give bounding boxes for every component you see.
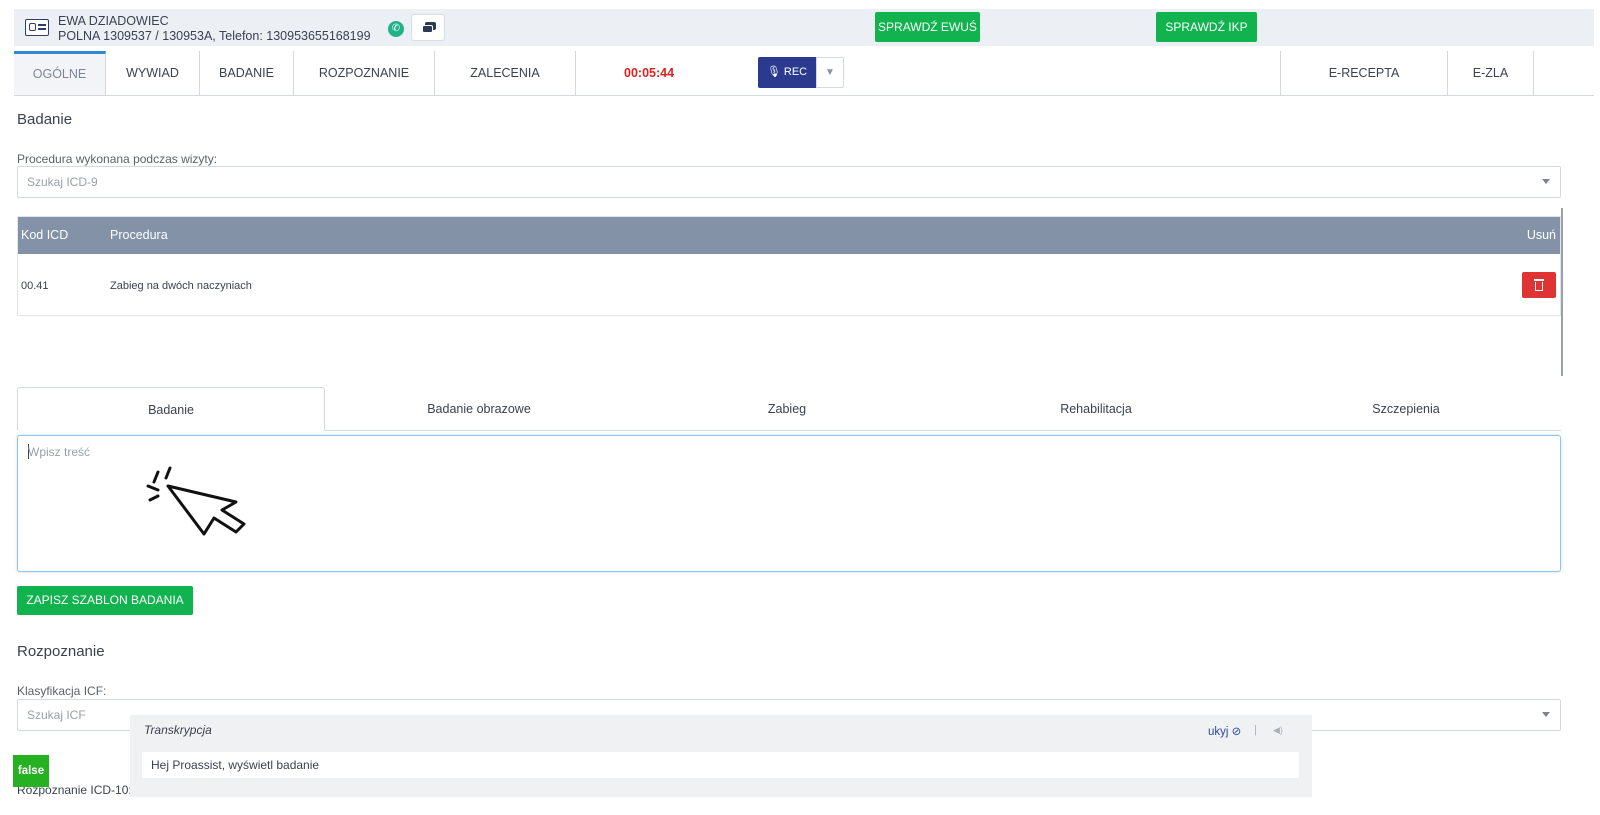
tab-rozpoznanie[interactable]: ROZPOZNANIE: [294, 51, 435, 95]
subtab-zabieg[interactable]: Zabieg: [633, 387, 941, 431]
hide-transcription-button[interactable]: ukyj ⊘: [1208, 724, 1241, 738]
save-template-button[interactable]: ZAPISZ SZABLON BADANIA: [17, 586, 193, 615]
rec-label: REC: [783, 66, 808, 78]
row-code: 00.41: [21, 280, 49, 292]
hide-label: ukyj: [1208, 726, 1229, 738]
tab-wywiad[interactable]: WYWIAD: [106, 51, 200, 95]
tab-zalecenia[interactable]: ZALECENIA: [435, 51, 576, 95]
subtab-badanie[interactable]: Badanie: [17, 387, 325, 431]
transcription-title: Transkrypcja: [144, 723, 212, 737]
tab-badanie[interactable]: BADANIE: [200, 51, 294, 95]
column-header-remove: Usuń: [1526, 228, 1556, 242]
scrollbar[interactable]: [1561, 208, 1563, 376]
icf-search-placeholder: Szukaj ICF: [27, 708, 86, 722]
debug-badge: false: [13, 755, 49, 787]
eye-slash-icon: ⊘: [1231, 726, 1242, 738]
row-procedure: Zabieg na dwóch naczyniach: [110, 280, 252, 292]
chat-button[interactable]: [411, 14, 445, 41]
section-title-rozpoznanie: Rozpoznanie: [17, 643, 105, 660]
subtab-badanie-obrazowe[interactable]: Badanie obrazowe: [325, 387, 633, 431]
tab-ogolne[interactable]: OGÓLNE: [14, 51, 106, 95]
subtab-rehabilitacja[interactable]: Rehabilitacja: [941, 387, 1251, 431]
delete-row-button[interactable]: [1522, 272, 1556, 298]
table-header: Kod ICD Procedura Usuń: [18, 217, 1560, 254]
rec-dropdown-button[interactable]: ▼: [816, 57, 844, 88]
table-row: 00.41 Zabieg na dwóch naczyniach: [18, 254, 1560, 316]
patient-card-icon: [25, 19, 49, 36]
volume-icon[interactable]: ◀): [1273, 725, 1283, 736]
visit-timer: 00:05:44: [624, 66, 675, 80]
column-header-procedure: Procedura: [110, 228, 168, 242]
column-header-code: Kod ICD: [21, 228, 69, 242]
separator: |: [1254, 724, 1257, 736]
transcription-text-box: Hej Proassist, wyświetl badanie: [142, 752, 1299, 778]
rec-button[interactable]: 🎙 REC: [758, 57, 816, 88]
phone-icon[interactable]: ✆: [388, 21, 404, 37]
chevron-down-icon: [1542, 179, 1550, 184]
icd9-search-select[interactable]: Szukaj ICD-9: [17, 166, 1561, 198]
subtab-szczepienia[interactable]: Szczepienia: [1251, 387, 1561, 431]
main-nav: OGÓLNE WYWIAD BADANIE ROZPOZNANIE ZALECE…: [14, 51, 1594, 96]
exam-notes-placeholder: Wpisz treść: [28, 445, 91, 459]
transcription-panel: Transkrypcja ukyj ⊘ | ◀) Hej Proassist, …: [130, 715, 1312, 797]
patient-name: EWA DZIADOWIEC: [58, 14, 169, 28]
procedure-table: Kod ICD Procedura Usuń 00.41 Zabieg na d…: [17, 216, 1561, 316]
tab-e-recepta[interactable]: E-RECEPTA: [1280, 51, 1448, 95]
microphone-icon: 🎙: [766, 66, 781, 78]
check-ewus-button[interactable]: SPRAWDŹ EWUŚ: [875, 12, 980, 42]
trash-icon: [1534, 279, 1544, 281]
icf-label: Klasyfikacja ICF:: [17, 684, 107, 698]
icd9-search-placeholder: Szukaj ICD-9: [27, 175, 98, 189]
procedure-label: Procedura wykonana podczas wizyty:: [17, 152, 218, 166]
tab-e-zla[interactable]: E-ZLA: [1448, 51, 1534, 95]
transcription-text: Hej Proassist, wyświetl badanie: [151, 758, 320, 772]
exam-subtabs: Badanie Badanie obrazowe Zabieg Rehabili…: [17, 387, 1561, 431]
click-cursor-icon: [146, 466, 246, 536]
chevron-down-icon: ▼: [825, 67, 835, 78]
patient-header: EWA DZIADOWIEC POLNA 1309537 / 130953A, …: [14, 9, 1594, 46]
check-ikp-button[interactable]: SPRAWDŹ IKP: [1156, 12, 1257, 42]
patient-address: POLNA 1309537 / 130953A, Telefon: 130953…: [58, 29, 371, 43]
section-title-badanie: Badanie: [17, 111, 73, 128]
chevron-down-icon: [1542, 712, 1550, 717]
